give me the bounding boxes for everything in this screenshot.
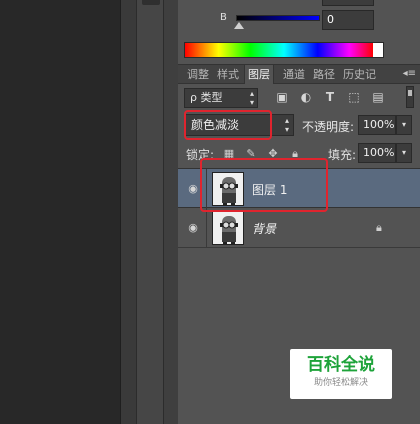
- g-value-field[interactable]: [322, 0, 374, 6]
- layer-thumbnail: [212, 172, 244, 206]
- lock-all-icon[interactable]: 🔒︎: [288, 147, 302, 161]
- select-arrows-icon: ▴ ▾: [284, 116, 289, 134]
- lock-image-pixels-icon[interactable]: ✎: [244, 147, 258, 161]
- panel-dock-strip: [136, 0, 164, 424]
- visibility-eye-icon[interactable]: ◉: [186, 221, 200, 235]
- fill-dropdown-button[interactable]: ▾: [396, 143, 412, 163]
- panel-tabs: 调整 样式 图层 通道 路径 历史记 ◂≡: [178, 64, 420, 84]
- type-filter-icon[interactable]: T: [322, 89, 338, 105]
- tab-layers[interactable]: 图层: [244, 65, 274, 84]
- layer-filter-label: ρ 类型: [190, 91, 223, 104]
- b-slider-thumb[interactable]: [234, 22, 244, 29]
- filter-toggle[interactable]: [406, 86, 414, 108]
- visibility-eye-icon[interactable]: ◉: [186, 182, 200, 196]
- divider: [206, 169, 207, 209]
- shape-filter-icon[interactable]: ⬚: [346, 89, 362, 105]
- canvas-area: [0, 0, 120, 424]
- tab-history[interactable]: 历史记: [340, 65, 379, 84]
- lock-label: 锁定:: [186, 148, 215, 162]
- adjustment-filter-icon[interactable]: ◐: [298, 89, 314, 105]
- select-arrows-icon: ▴ ▾: [249, 89, 254, 107]
- scroll-gutter: [120, 0, 136, 424]
- tab-channels[interactable]: 通道: [280, 65, 308, 84]
- blend-mode-value: 颜色减淡: [191, 118, 240, 132]
- layer-lock-icon: 🔒︎: [376, 221, 382, 234]
- layer-name[interactable]: 图层 1: [252, 181, 287, 198]
- dock-handle[interactable]: [142, 0, 160, 5]
- panel-menu-icon[interactable]: ◂≡: [403, 68, 416, 79]
- tab-paths[interactable]: 路径: [310, 65, 338, 84]
- layer-filter-select[interactable]: ρ 类型 ▴ ▾: [184, 88, 258, 108]
- layer-row[interactable]: ◉ 图层 1: [178, 168, 420, 209]
- layer-name[interactable]: 背景: [252, 220, 276, 237]
- opacity-label: 不透明度:: [302, 120, 355, 134]
- fill-label: 填充:: [328, 148, 357, 162]
- layer-row[interactable]: ◉ 背景 🔒︎: [178, 208, 420, 248]
- watermark-title: 百科全说: [307, 355, 375, 375]
- tab-styles[interactable]: 样式: [214, 65, 242, 84]
- divider: [206, 208, 207, 248]
- watermark-logo: 百科全说 助你轻松解决: [290, 349, 392, 399]
- color-spectrum-bar[interactable]: [184, 42, 384, 58]
- minion-thumbnail-image: [220, 177, 238, 205]
- watermark-subtitle: 助你轻松解决: [313, 378, 368, 388]
- minion-thumbnail-image: [220, 216, 238, 244]
- toggle-knob: [408, 90, 412, 96]
- layer-thumbnail: [212, 211, 244, 245]
- b-channel-slider[interactable]: [236, 15, 320, 21]
- lock-transparent-pixels-icon[interactable]: ▦: [222, 147, 236, 161]
- blend-mode-select[interactable]: 颜色减淡 ▴ ▾: [184, 114, 294, 136]
- opacity-input[interactable]: 100%: [358, 115, 396, 135]
- smart-object-filter-icon[interactable]: ▤: [370, 89, 386, 105]
- opacity-dropdown-button[interactable]: ▾: [396, 115, 412, 135]
- panel-gap: [164, 0, 178, 424]
- image-filter-icon[interactable]: ▣: [274, 89, 290, 105]
- fill-input[interactable]: 100%: [358, 143, 396, 163]
- b-channel-label: B: [220, 12, 227, 23]
- tab-adjustments[interactable]: 调整: [184, 65, 212, 84]
- b-value-field[interactable]: 0: [322, 10, 374, 30]
- lock-position-icon[interactable]: ✥: [266, 147, 280, 161]
